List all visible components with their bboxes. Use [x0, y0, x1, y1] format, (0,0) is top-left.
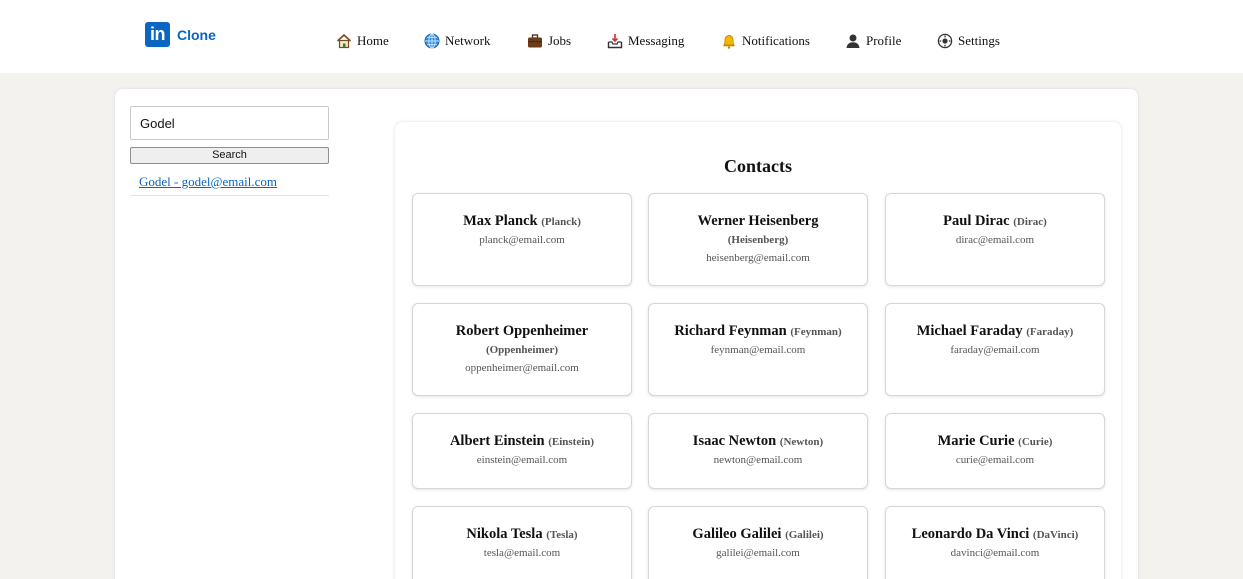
contact-nickname: (Curie)	[1018, 436, 1053, 448]
globe-icon	[424, 33, 440, 49]
nav-item-label: Settings	[958, 33, 1000, 48]
nav-item-messaging[interactable]: Messaging	[607, 33, 684, 49]
nav-item-jobs[interactable]: Jobs	[527, 33, 571, 49]
contacts-heading: Contacts	[724, 156, 792, 176]
contact-name: Michael Faraday	[916, 323, 1023, 339]
nav-item-label: Home	[357, 33, 389, 48]
contact-card[interactable]: Albert Einstein (Einstein) einstein@emai…	[412, 413, 632, 489]
user-silhouette-icon	[846, 34, 860, 48]
contact-nickname: (Tesla)	[546, 529, 578, 541]
brand-logo[interactable]: in Clone	[145, 22, 216, 47]
nav-item-network[interactable]: Network	[424, 33, 491, 49]
search-button[interactable]: Search	[130, 147, 329, 164]
contact-name: Nikola Tesla	[466, 526, 543, 542]
contact-nickname: (Newton)	[779, 436, 824, 448]
linkedin-logo-mark: in	[145, 22, 170, 47]
contact-card[interactable]: Marie Curie (Curie) curie@email.com	[885, 413, 1105, 489]
contact-nickname: (Oppenheimer)	[485, 344, 559, 356]
contact-name: Albert Einstein	[449, 433, 545, 449]
inbox-tray-icon	[607, 34, 623, 49]
contact-card[interactable]: Richard Feynman (Feynman) feynman@email.…	[648, 303, 868, 396]
search-input[interactable]	[130, 106, 329, 140]
contact-name: Richard Feynman	[674, 323, 787, 339]
nav-item-label: Profile	[866, 33, 902, 48]
nav-item-home[interactable]: Home	[336, 33, 389, 49]
brand-name: Clone	[177, 26, 216, 43]
bell-icon	[723, 35, 735, 49]
contact-email: newton@email.com	[713, 454, 803, 466]
nav-item-profile[interactable]: Profile	[845, 33, 901, 49]
contact-email: oppenheimer@email.com	[465, 362, 579, 374]
search-result-link[interactable]: Godel - godel@email.com	[139, 174, 277, 190]
nav-item-label: Messaging	[628, 33, 685, 48]
contact-email: faraday@email.com	[950, 344, 1040, 356]
contact-nickname: (Faraday)	[1026, 326, 1074, 338]
contact-nickname: (Heisenberg)	[727, 234, 789, 246]
nav-item-notifications[interactable]: Notifications	[721, 33, 810, 49]
contact-name: Isaac Newton	[692, 433, 777, 449]
contact-name: Marie Curie	[937, 433, 1015, 449]
result-divider	[130, 195, 329, 196]
contact-card[interactable]: Max Planck (Planck) planck@email.com	[412, 193, 632, 286]
contact-card[interactable]: Leonardo Da Vinci (DaVinci) davinci@emai…	[885, 506, 1105, 579]
contact-nickname: (Feynman)	[790, 326, 842, 338]
nav-item-label: Notifications	[742, 33, 810, 48]
contact-card[interactable]: Isaac Newton (Newton) newton@email.com	[648, 413, 868, 489]
contact-email: dirac@email.com	[955, 234, 1035, 246]
contact-nickname: (Planck)	[541, 216, 581, 228]
contact-name: Galileo Galilei	[692, 526, 782, 542]
contact-email: curie@email.com	[955, 454, 1035, 466]
contact-nickname: (Galilei)	[785, 529, 824, 541]
contact-name: Werner Heisenberg	[697, 213, 819, 229]
contact-email: feynman@email.com	[710, 344, 806, 356]
contact-email: heisenberg@email.com	[706, 252, 810, 264]
contact-email: davinci@email.com	[950, 547, 1040, 559]
contact-nickname: (DaVinci)	[1032, 529, 1079, 541]
contact-email: galilei@email.com	[716, 547, 800, 559]
contact-email: einstein@email.com	[476, 454, 568, 466]
contact-card[interactable]: Paul Dirac (Dirac) dirac@email.com	[885, 193, 1105, 286]
home-icon	[336, 33, 352, 49]
contact-card[interactable]: Michael Faraday (Faraday) faraday@email.…	[885, 303, 1105, 396]
contact-nickname: (Dirac)	[1013, 216, 1047, 228]
contact-card[interactable]: Werner Heisenberg (Heisenberg) heisenberg…	[648, 193, 868, 286]
contact-nickname: (Einstein)	[548, 436, 595, 448]
contact-card[interactable]: Nikola Tesla (Tesla) tesla@email.com	[412, 506, 632, 579]
contact-name: Robert Oppenheimer	[455, 323, 589, 339]
top-nav-bar: in Clone Home Network Jobs Messaging Not…	[0, 0, 1243, 73]
nav-item-label: Jobs	[548, 33, 572, 48]
contact-email: planck@email.com	[479, 234, 565, 246]
briefcase-icon	[528, 34, 542, 48]
nav-item-settings[interactable]: Settings	[937, 33, 1000, 49]
contact-card[interactable]: Galileo Galilei (Galilei) galilei@email.…	[648, 506, 868, 579]
contact-name: Paul Dirac	[943, 213, 1010, 229]
contact-email: tesla@email.com	[483, 547, 561, 559]
gear-icon	[937, 33, 953, 49]
contact-card[interactable]: Robert Oppenheimer (Oppenheimer) oppenhei…	[412, 303, 632, 396]
contact-name: Max Planck	[463, 213, 538, 229]
contact-name: Leonardo Da Vinci	[911, 526, 1030, 542]
nav-item-label: Network	[445, 33, 491, 48]
